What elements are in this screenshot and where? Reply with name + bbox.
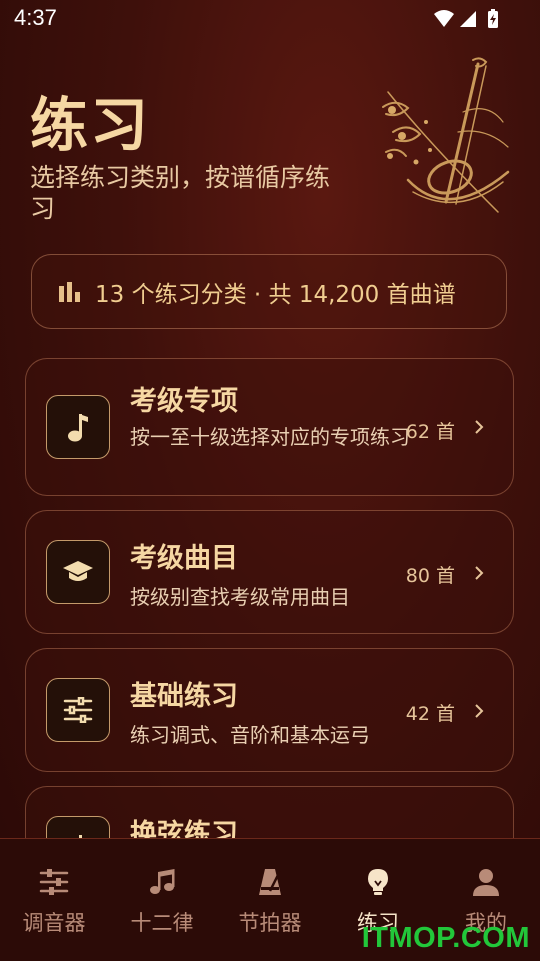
cellular-signal-icon [460, 11, 476, 27]
wifi-icon [434, 10, 454, 27]
category-title: 考级专项 [130, 386, 238, 417]
category-card-grade-special[interactable]: 考级专项 按一至十级选择对应的专项练习 62 首 [25, 358, 514, 496]
category-icon-box [46, 540, 110, 604]
tab-label: 十二律 [130, 911, 194, 935]
category-card-grade-pieces[interactable]: 考级曲目 按级别查找考级常用曲目 80 首 [25, 510, 514, 634]
category-description: 练习调式、音阶和基本运弓 [130, 723, 370, 747]
tab-tuner[interactable]: 调音器 [0, 839, 108, 961]
chevron-right-icon [475, 420, 484, 434]
status-bar: 4:37 [0, 0, 540, 38]
category-card-basic-practice[interactable]: 基础练习 练习调式、音阶和基本运弓 42 首 [25, 648, 514, 772]
graduation-cap-icon [63, 561, 93, 581]
sliders-icon [63, 697, 93, 723]
category-count: 42 首 [405, 703, 455, 725]
category-count: 80 首 [405, 565, 455, 587]
page-subtitle: 选择练习类别，按谱循序练习 [30, 163, 331, 223]
summary-banner: 13 个练习分类 · 共 14,200 首曲谱 [31, 254, 507, 329]
erhu-illustration-icon [382, 57, 510, 213]
page-title: 练习 [30, 91, 151, 159]
tab-twelve-temperament[interactable]: 十二律 [108, 839, 216, 961]
battery-charging-icon [488, 9, 498, 28]
category-description: 按一至十级选择对应的专项练习 [130, 425, 410, 449]
bar-chart-icon [59, 281, 80, 302]
tab-metronome[interactable]: 节拍器 [216, 839, 324, 961]
tuner-sliders-icon [39, 869, 69, 895]
category-title: 基础练习 [130, 681, 238, 712]
status-icons [434, 9, 498, 28]
music-notes-icon [150, 869, 175, 894]
category-title: 考级曲目 [130, 543, 238, 574]
category-count: 62 首 [405, 421, 455, 443]
summary-text: 13 个练习分类 · 共 14,200 首曲谱 [95, 281, 456, 308]
tab-label: 节拍器 [238, 911, 302, 935]
metronome-icon [259, 869, 282, 895]
category-icon-box [46, 395, 110, 459]
category-icon-box [46, 678, 110, 742]
person-icon [473, 869, 499, 896]
music-note-icon [68, 414, 88, 442]
lightbulb-icon [368, 869, 388, 895]
status-time: 4:37 [14, 5, 57, 30]
chevron-right-icon [475, 704, 484, 718]
category-description: 按级别查找考级常用曲目 [130, 585, 350, 609]
tab-label: 调音器 [22, 911, 86, 935]
chevron-right-icon [475, 566, 484, 580]
watermark-text: ITMOP.COM [361, 922, 530, 954]
